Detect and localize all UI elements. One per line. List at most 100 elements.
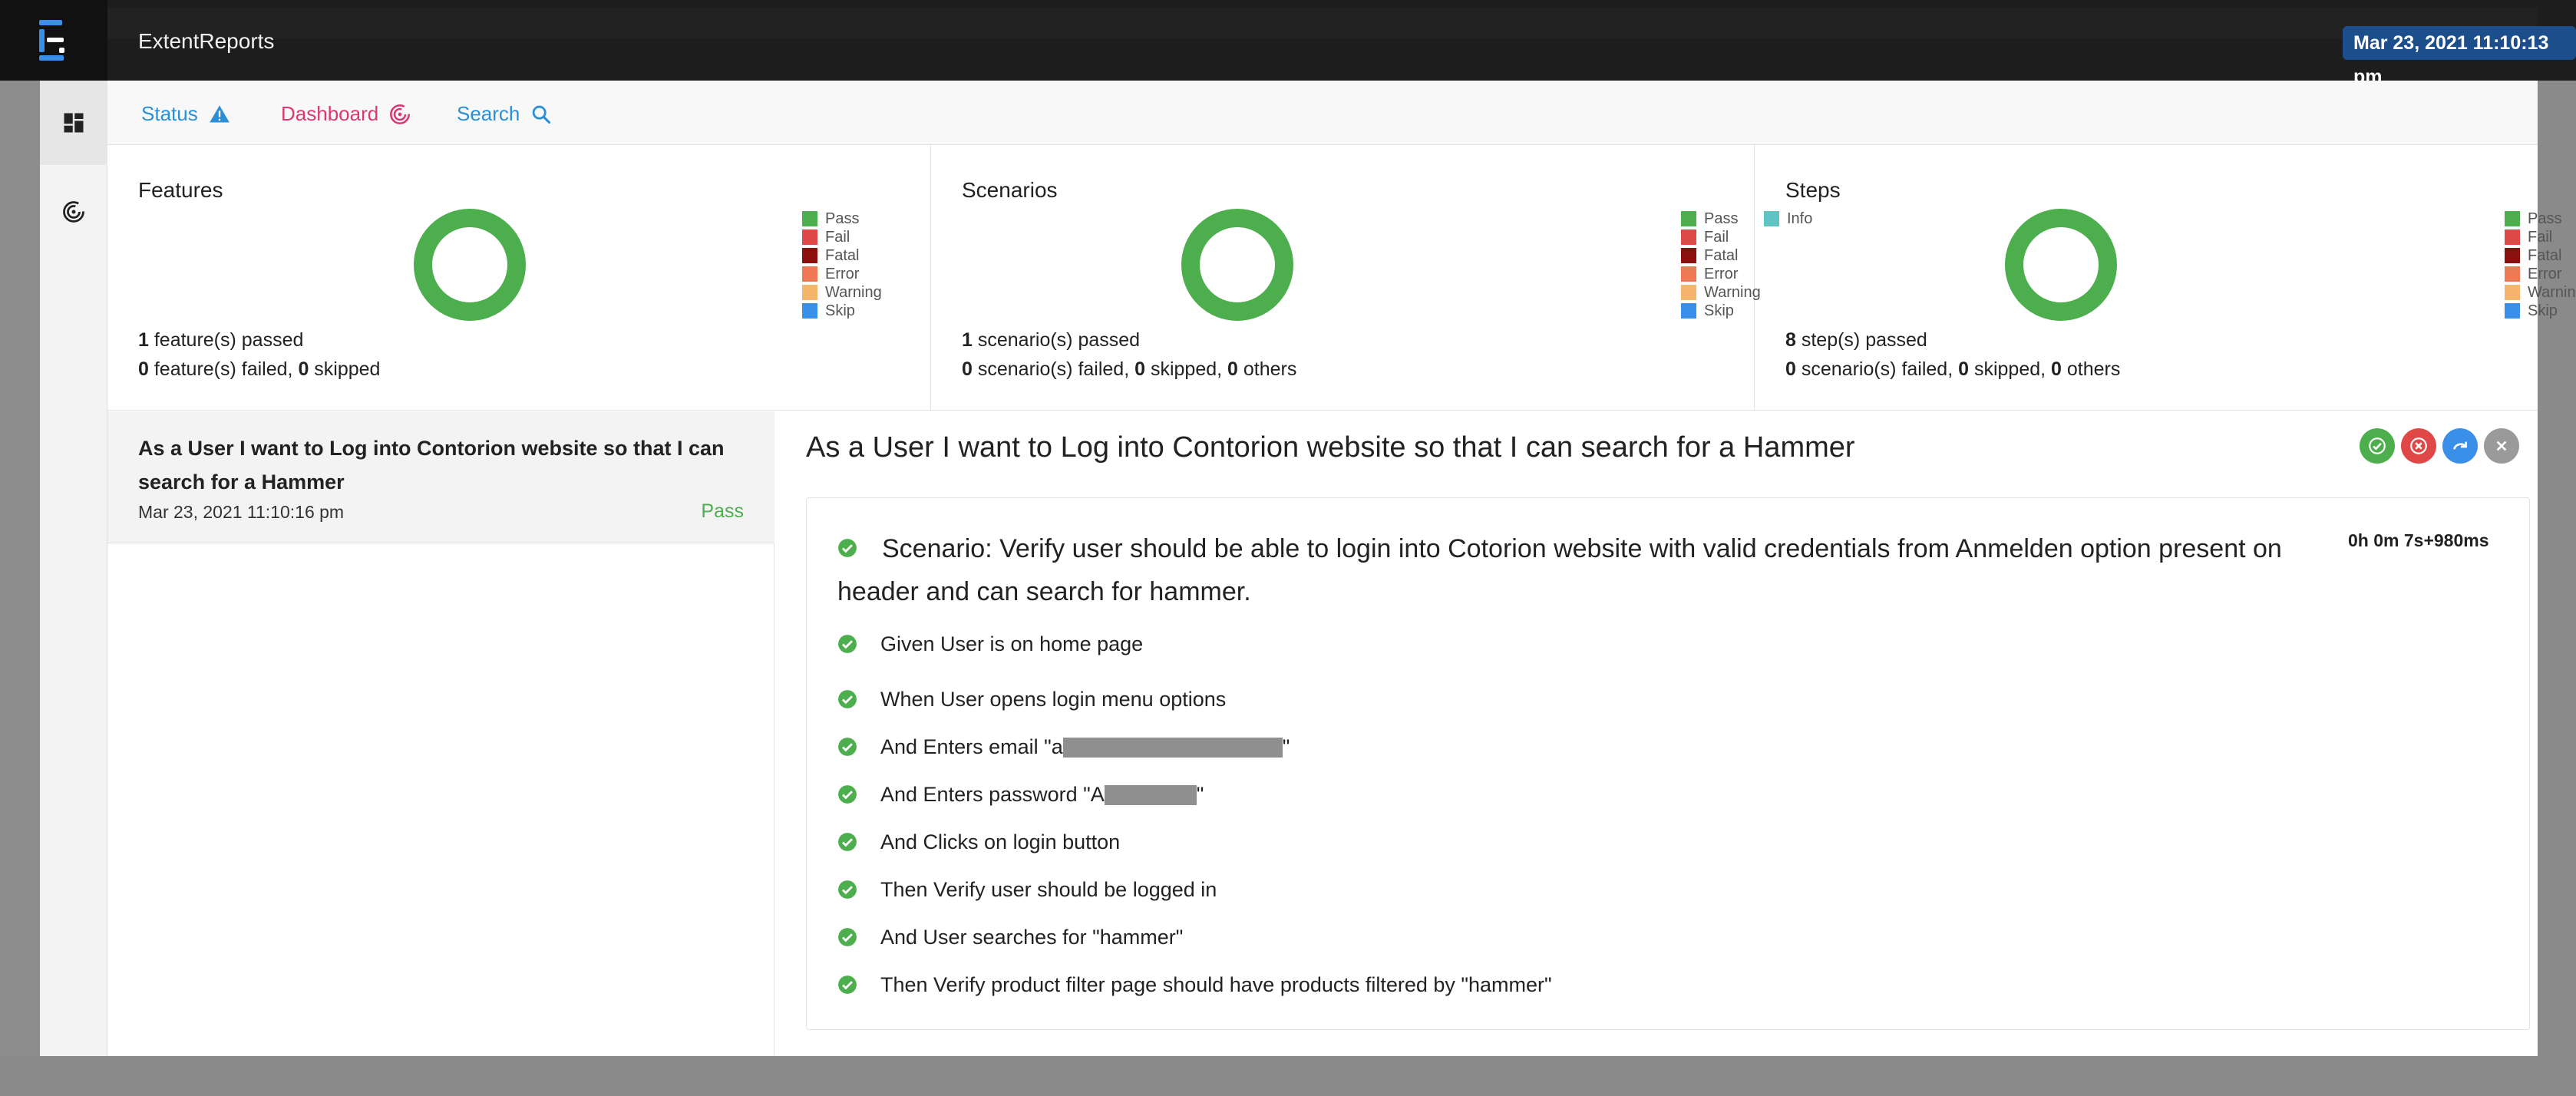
nav-dashboard-label: Dashboard — [281, 102, 379, 125]
steps-donut-chart — [2005, 209, 2117, 321]
nav-dashboard[interactable]: Dashboard — [281, 102, 411, 126]
legend-skip: Skip — [1681, 302, 1761, 320]
step-text: And Enters email "a " — [880, 735, 1290, 758]
legend-fail: Fail — [2505, 228, 2576, 246]
scenarios-passed-summary: 1 scenario(s) passed — [962, 329, 1141, 351]
scenario-title: Scenario: Verify user should be able to … — [837, 534, 2282, 606]
legend-skip: Skip — [2505, 302, 2576, 320]
nav-search[interactable]: Search — [457, 102, 552, 126]
step-text: And User searches for "hammer" — [880, 925, 1184, 949]
target-icon — [63, 201, 84, 223]
filter-pass-button[interactable] — [2360, 428, 2395, 464]
pass-check-icon — [838, 928, 857, 946]
redacted-email — [1062, 738, 1283, 758]
filter-clear-button[interactable] — [2484, 428, 2519, 464]
legend-fatal: Fatal — [2505, 246, 2576, 265]
legend-fail: Fail — [1681, 228, 1761, 246]
backdrop-bottom — [0, 1056, 2576, 1096]
legend-pass: Pass — [2505, 210, 2576, 228]
redacted-password — [1104, 785, 1197, 806]
legend-warning: Warning — [802, 283, 882, 302]
filter-skip-button[interactable] — [2442, 428, 2478, 464]
step-row: And User searches for "hammer" — [837, 922, 1183, 952]
legend-error: Error — [2505, 265, 2576, 283]
filter-fail-button[interactable] — [2401, 428, 2436, 464]
step-text: Given User is on home page — [880, 632, 1144, 655]
top-bar: ExtentReports Mar 23, 2021 11:10:13 pm — [0, 0, 2576, 87]
pass-check-icon — [838, 976, 857, 994]
step-text: And Clicks on login button — [880, 830, 1121, 853]
top-bar-strip — [40, 8, 2538, 38]
scenarios-card: Scenarios Pass Fail Fatal Error Warning … — [931, 145, 1812, 411]
pass-check-icon — [838, 635, 857, 653]
legend-skip: Skip — [802, 302, 882, 320]
step-row: Then Verify user should be logged in — [837, 874, 1217, 905]
pass-check-icon — [838, 690, 857, 708]
brand-name: ExtentReports — [138, 29, 275, 53]
extent-logo-icon — [39, 19, 64, 61]
pass-check-icon — [838, 738, 857, 756]
legend-error: Error — [1681, 265, 1761, 283]
step-text: When User opens login menu options — [880, 687, 1227, 711]
backdrop-left — [0, 81, 40, 1096]
grid-icon — [64, 113, 84, 133]
step-row: And Clicks on login button — [837, 827, 1120, 857]
logo[interactable] — [0, 0, 107, 81]
status-filter-buttons — [2360, 428, 2519, 464]
legend-pass: Pass — [1681, 210, 1761, 228]
chart-legend: Pass Fail Fatal Error Warning Skip — [802, 210, 882, 320]
step-row: And Enters email "a " — [837, 731, 1290, 762]
test-list-item[interactable]: As a User I want to Log into Contorion w… — [107, 411, 774, 543]
pass-check-icon — [838, 785, 857, 804]
step-text: Then Verify user should be logged in — [880, 877, 1217, 901]
features-failed-summary: 0 feature(s) failed, 0 skipped — [138, 358, 381, 380]
test-detail: As a User I want to Log into Contorion w… — [775, 411, 2538, 1056]
nav-status-label: Status — [141, 102, 198, 125]
step-text: Then Verify product filter page should h… — [880, 972, 1552, 996]
test-start-time: Mar 23, 2021 11:10:16 pm — [138, 502, 345, 522]
nav-search-label: Search — [457, 102, 520, 125]
features-passed-summary: 1 feature(s) passed — [138, 329, 304, 351]
nav-status[interactable]: Status — [141, 102, 230, 126]
legend-fail: Fail — [802, 228, 882, 246]
test-status-badge: Pass — [701, 500, 744, 522]
features-card: Features Pass Fail Fatal Error Warning S… — [107, 145, 931, 411]
chart-legend: Pass Fail Fatal Error Warning Skip — [1681, 210, 1761, 320]
sub-navigation: Status Dashboard Search — [107, 81, 2538, 145]
close-icon — [2496, 441, 2507, 451]
step-text: And Enters password "A " — [880, 782, 1204, 806]
scenario-block: Scenario: Verify user should be able to … — [806, 497, 2530, 1030]
search-icon — [533, 105, 551, 124]
test-name: As a User I want to Log into Contorion w… — [138, 437, 725, 494]
target-icon — [390, 104, 411, 124]
legend-fatal: Fatal — [802, 246, 882, 265]
sidebar-item-test-view[interactable] — [40, 81, 107, 165]
card-title: Features — [138, 178, 223, 202]
scenarios-failed-summary: 0 scenario(s) failed, 0 skipped, 0 other… — [962, 358, 1297, 380]
step-row: Given User is on home page — [837, 629, 1143, 659]
sidebar — [40, 81, 107, 1056]
features-donut-chart — [414, 209, 526, 321]
legend-error: Error — [802, 265, 882, 283]
steps-passed-summary: 8 step(s) passed — [1785, 329, 1927, 351]
scenarios-donut-chart — [1181, 209, 1293, 321]
card-title: Steps — [1785, 178, 1841, 202]
close-circle-icon — [2410, 437, 2427, 454]
warning-icon — [209, 104, 230, 122]
steps-failed-summary: 0 scenario(s) failed, 0 skipped, 0 other… — [1785, 358, 2121, 380]
legend-pass: Pass — [802, 210, 882, 228]
step-row: When User opens login menu options — [837, 684, 1226, 715]
sidebar-item-dashboard[interactable] — [40, 170, 107, 254]
legend-warning: Warning — [2505, 283, 2576, 302]
check-icon — [2369, 437, 2386, 454]
redo-icon — [2453, 441, 2467, 450]
legend-warning: Warning — [1681, 283, 1761, 302]
test-list: As a User I want to Log into Contorion w… — [107, 411, 774, 1056]
chart-legend: Pass Fail Fatal Error Warning Skip — [2505, 210, 2576, 320]
detail-title: As a User I want to Log into Contorion w… — [806, 431, 1855, 464]
main-content: Status Dashboard Search Features Pass Fa… — [107, 81, 2576, 1056]
legend-fatal: Fatal — [1681, 246, 1761, 265]
pass-check-icon — [838, 833, 857, 851]
stat-cards: Features Pass Fail Fatal Error Warning S… — [107, 145, 2576, 411]
card-title: Scenarios — [962, 178, 1058, 202]
